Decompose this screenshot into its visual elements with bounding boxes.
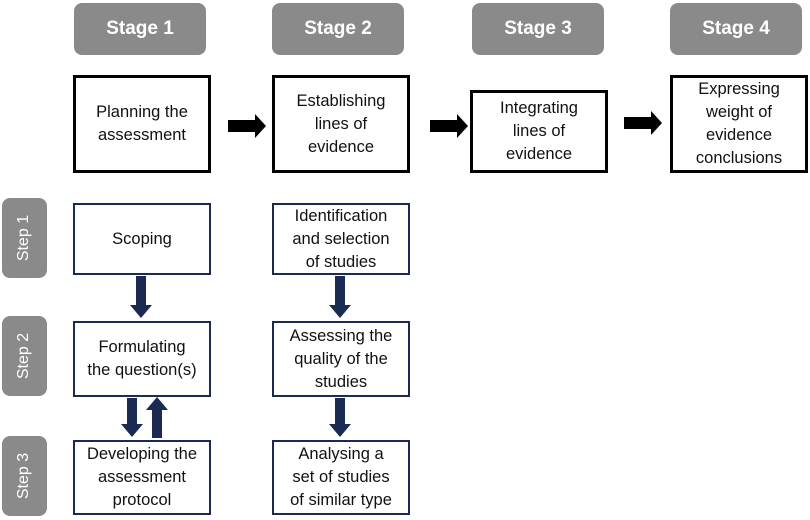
weight-of-evidence-diagram: Stage 1 Stage 2 Stage 3 Stage 4 Planning… — [0, 0, 810, 520]
right-arrow-icon — [624, 111, 662, 135]
down-arrow-icon — [329, 276, 351, 318]
arrows-layer — [121, 111, 662, 438]
right-arrow-icon — [430, 114, 468, 138]
down-arrow-icon — [121, 398, 143, 437]
down-arrow-icon — [130, 276, 152, 318]
right-arrow-icon — [228, 114, 266, 138]
up-arrow-icon — [146, 397, 168, 438]
down-arrow-icon — [329, 398, 351, 437]
